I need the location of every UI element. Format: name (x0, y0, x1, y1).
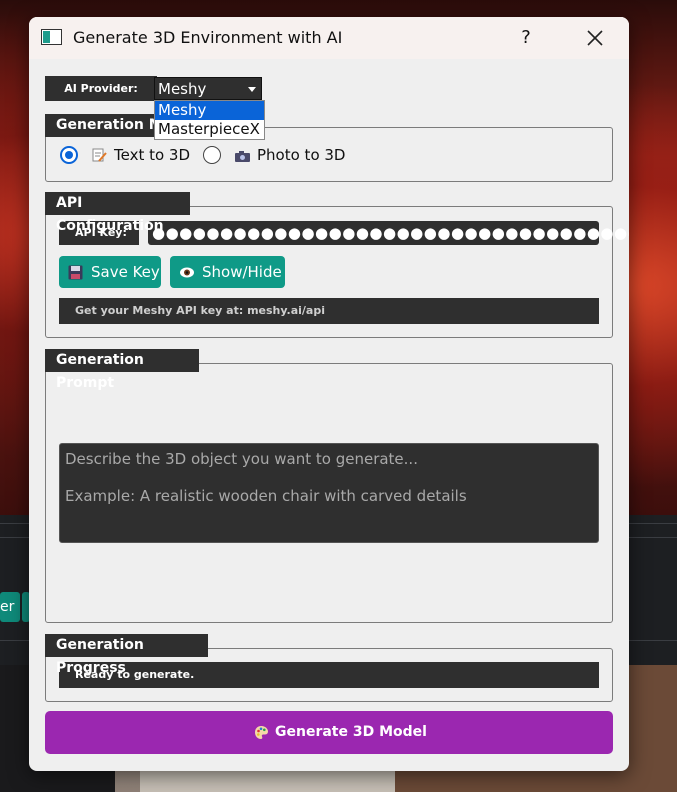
progress-status: Ready to generate. (59, 662, 599, 688)
api-key-info: Get your Meshy API key at: meshy.ai/api (59, 298, 599, 324)
text-to-3d-label[interactable]: Text to 3D (114, 146, 190, 164)
provider-dropdown-list: Meshy MasterpieceX (154, 100, 265, 140)
generation-prompt-title: Generation Prompt (45, 349, 199, 391)
api-config-title: API Configuration (45, 192, 190, 234)
show-hide-label: Show/Hide (202, 263, 282, 281)
photo-to-3d-label[interactable]: Photo to 3D (257, 146, 345, 164)
provider-label: AI Provider: (45, 76, 157, 101)
window-title: Generate 3D Environment with AI (73, 28, 343, 47)
provider-option-masterpiecex[interactable]: MasterpieceX (155, 120, 264, 139)
generate-3d-model-button[interactable]: Generate 3D Model (45, 711, 613, 754)
photo-to-3d-radio[interactable] (203, 146, 221, 164)
provider-option-meshy[interactable]: Meshy (155, 101, 264, 120)
palette-icon (255, 726, 268, 739)
floppy-disk-icon (68, 265, 83, 280)
close-icon[interactable] (582, 25, 608, 51)
text-to-3d-radio[interactable] (60, 146, 78, 164)
save-key-label: Save Key (91, 263, 160, 281)
pencil-paper-icon (92, 148, 107, 162)
generate-button-label: Generate 3D Model (275, 724, 427, 740)
generation-mode-title: Generation Mo (45, 114, 157, 137)
background-partial-button: er (0, 592, 20, 622)
prompt-textarea[interactable]: Describe the 3D object you want to gener… (59, 443, 599, 543)
provider-selected-value: Meshy (158, 80, 207, 98)
prompt-placeholder-line1: Describe the 3D object you want to gener… (65, 450, 418, 468)
chevron-down-icon (248, 87, 256, 92)
title-bar: Generate 3D Environment with AI ? (29, 17, 629, 59)
api-key-input[interactable]: ●●●●●●●●●●●●●●●●●●●●●●●●●●●●●●●●●●●●●●● (148, 221, 629, 245)
camera-icon (235, 151, 250, 162)
generation-progress-title: Generation Progress (45, 634, 208, 676)
help-button[interactable]: ? (513, 24, 539, 52)
app-icon (41, 29, 62, 45)
provider-select[interactable]: Meshy (154, 77, 262, 100)
prompt-placeholder-line2: Example: A realistic wooden chair with c… (65, 487, 467, 505)
show-hide-button[interactable]: Show/Hide (170, 256, 285, 288)
generate-3d-dialog: Generate 3D Environment with AI ? AI Pro… (29, 17, 629, 771)
save-key-button[interactable]: Save Key (59, 256, 161, 288)
eye-icon (180, 267, 194, 278)
